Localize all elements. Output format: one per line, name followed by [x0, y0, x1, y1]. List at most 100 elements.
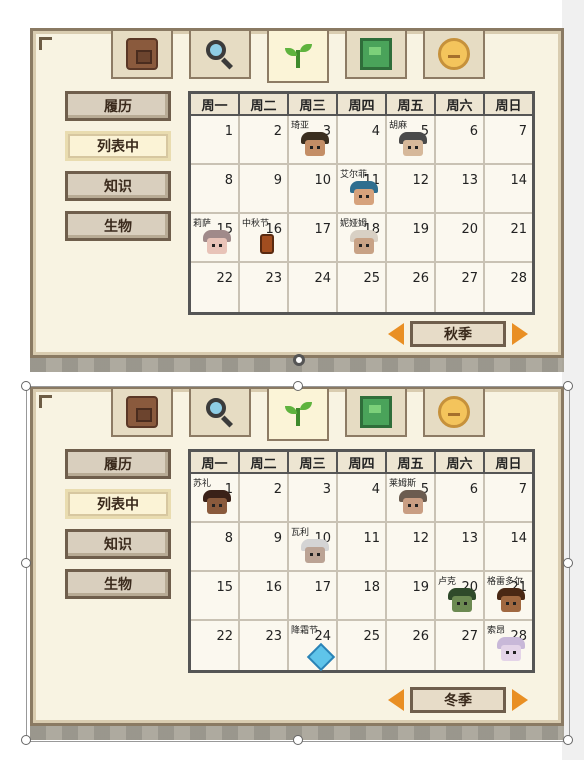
day-cell[interactable]: 21	[485, 214, 532, 263]
weekday-label: 周四	[338, 94, 387, 116]
day-cell[interactable]: 1	[191, 116, 240, 165]
day-cell[interactable]: 12	[387, 165, 436, 214]
day-cell[interactable]: 22	[191, 263, 240, 312]
map-tab[interactable]	[345, 31, 407, 79]
calendar-tab[interactable]	[267, 31, 329, 83]
day-cell[interactable]: 11艾尔菲	[338, 165, 387, 214]
day-cell[interactable]: 27	[436, 263, 485, 312]
portrait-eye	[310, 146, 313, 149]
day-number: 10	[314, 173, 331, 188]
villager-portrait-icon[interactable]	[203, 230, 231, 258]
day-cell[interactable]: 25	[338, 263, 387, 312]
day-number: 22	[216, 271, 233, 286]
day-number: 8	[224, 173, 233, 188]
event-label: 胡麻	[389, 121, 408, 131]
day-cell[interactable]: 28	[485, 263, 532, 312]
calendar-week-row: 1 2 3 琦亚 4 5 胡麻 6 7	[191, 116, 532, 165]
villager-portrait-icon[interactable]	[350, 181, 378, 209]
event-label: 妮娅姆	[340, 219, 368, 229]
event-label: 艾尔菲	[340, 170, 368, 180]
prev-season-arrow-icon[interactable]	[388, 323, 404, 345]
weekday-label: 周五	[387, 94, 436, 116]
sprout-leaf	[300, 44, 312, 52]
day-cell[interactable]: 6	[436, 116, 485, 165]
panel-corner-ornament	[39, 37, 52, 50]
event-label: 中秋节	[242, 219, 270, 229]
portrait-face	[354, 189, 374, 205]
menu-button-1[interactable]: 列表中	[65, 131, 171, 161]
weekday-label: 周六	[436, 94, 485, 116]
festival-lantern-icon[interactable]	[260, 234, 274, 254]
day-number: 6	[469, 124, 478, 139]
resize-handle[interactable]	[293, 381, 303, 391]
search-tab[interactable]	[189, 31, 251, 79]
villager-portrait-icon[interactable]	[301, 132, 329, 160]
portrait-eye	[408, 146, 411, 149]
day-cell[interactable]: 4	[338, 116, 387, 165]
day-number: 14	[510, 173, 527, 188]
portrait-eye	[359, 195, 362, 198]
menu-button-0[interactable]: 履历	[65, 91, 171, 121]
friends-tab[interactable]	[423, 31, 485, 79]
day-cell[interactable]: 10	[289, 165, 338, 214]
day-cell[interactable]: 26	[387, 263, 436, 312]
day-cell[interactable]: 16 中秋节	[240, 214, 289, 263]
day-number: 12	[412, 173, 429, 188]
day-cell[interactable]: 3 琦亚	[289, 116, 338, 165]
resize-handle[interactable]	[21, 381, 31, 391]
resize-handle[interactable]	[21, 558, 31, 568]
event-label: 琦亚	[291, 121, 310, 131]
weekday-label: 周日	[485, 94, 532, 116]
day-cell[interactable]: 17	[289, 214, 338, 263]
next-season-arrow-icon[interactable]	[512, 323, 528, 345]
day-cell[interactable]: 2	[240, 116, 289, 165]
day-number: 7	[518, 124, 527, 139]
menu-button-3[interactable]: 生物	[65, 211, 171, 241]
season-label: 秋季	[410, 321, 506, 347]
portrait-eye	[317, 146, 320, 149]
villager-portrait-icon[interactable]	[399, 132, 427, 160]
day-cell[interactable]: 20	[436, 214, 485, 263]
resize-handle[interactable]	[21, 735, 31, 745]
menu-button-2[interactable]: 知识	[65, 171, 171, 201]
portrait-eye	[366, 244, 369, 247]
calendar-week-row: 22 23 24 25 26 27 28	[191, 263, 532, 312]
portrait-face	[207, 238, 227, 254]
day-cell[interactable]: 9	[240, 165, 289, 214]
rotate-handle[interactable]	[293, 354, 305, 366]
day-number: 4	[371, 124, 380, 139]
magnifier-icon	[204, 38, 236, 70]
calendar-week-row: 15莉萨16中秋节 17 18妮娅姆 19 20 21	[191, 214, 532, 263]
calendar-grid: 周一周二周三周四周五周六周日123琦亚45胡麻67891011艾尔菲121314…	[188, 91, 535, 315]
day-cell[interactable]: 18妮娅姆	[338, 214, 387, 263]
resize-handle[interactable]	[563, 558, 573, 568]
day-cell[interactable]: 5 胡麻	[387, 116, 436, 165]
portrait-eye	[219, 244, 222, 247]
day-cell[interactable]: 7	[485, 116, 532, 165]
day-cell[interactable]: 23	[240, 263, 289, 312]
resize-handle[interactable]	[563, 381, 573, 391]
calendar-panel-autumn: 履历列表中知识生物周一周二周三周四周五周六周日123琦亚45胡麻67891011…	[30, 28, 564, 358]
day-number: 24	[314, 271, 331, 286]
smiley-face-icon	[438, 38, 470, 70]
day-number: 23	[265, 271, 282, 286]
inventory-tab[interactable]	[111, 31, 173, 79]
map-icon	[360, 38, 392, 70]
selection-frame	[26, 386, 570, 742]
day-cell[interactable]: 24	[289, 263, 338, 312]
day-number: 26	[412, 271, 429, 286]
villager-portrait-icon[interactable]	[350, 230, 378, 258]
day-cell[interactable]: 19	[387, 214, 436, 263]
season-switcher: 秋季	[388, 321, 528, 347]
backpack-icon	[126, 38, 158, 70]
screenshot-page: 履历列表中知识生物周一周二周三周四周五周六周日123琦亚45胡麻67891011…	[0, 0, 584, 760]
day-cell[interactable]: 13	[436, 165, 485, 214]
sprout-icon	[282, 40, 314, 72]
day-cell[interactable]: 15莉萨	[191, 214, 240, 263]
day-number: 25	[363, 271, 380, 286]
day-cell[interactable]: 8	[191, 165, 240, 214]
resize-handle[interactable]	[563, 735, 573, 745]
weekday-label: 周一	[191, 94, 240, 116]
resize-handle[interactable]	[293, 735, 303, 745]
day-cell[interactable]: 14	[485, 165, 532, 214]
